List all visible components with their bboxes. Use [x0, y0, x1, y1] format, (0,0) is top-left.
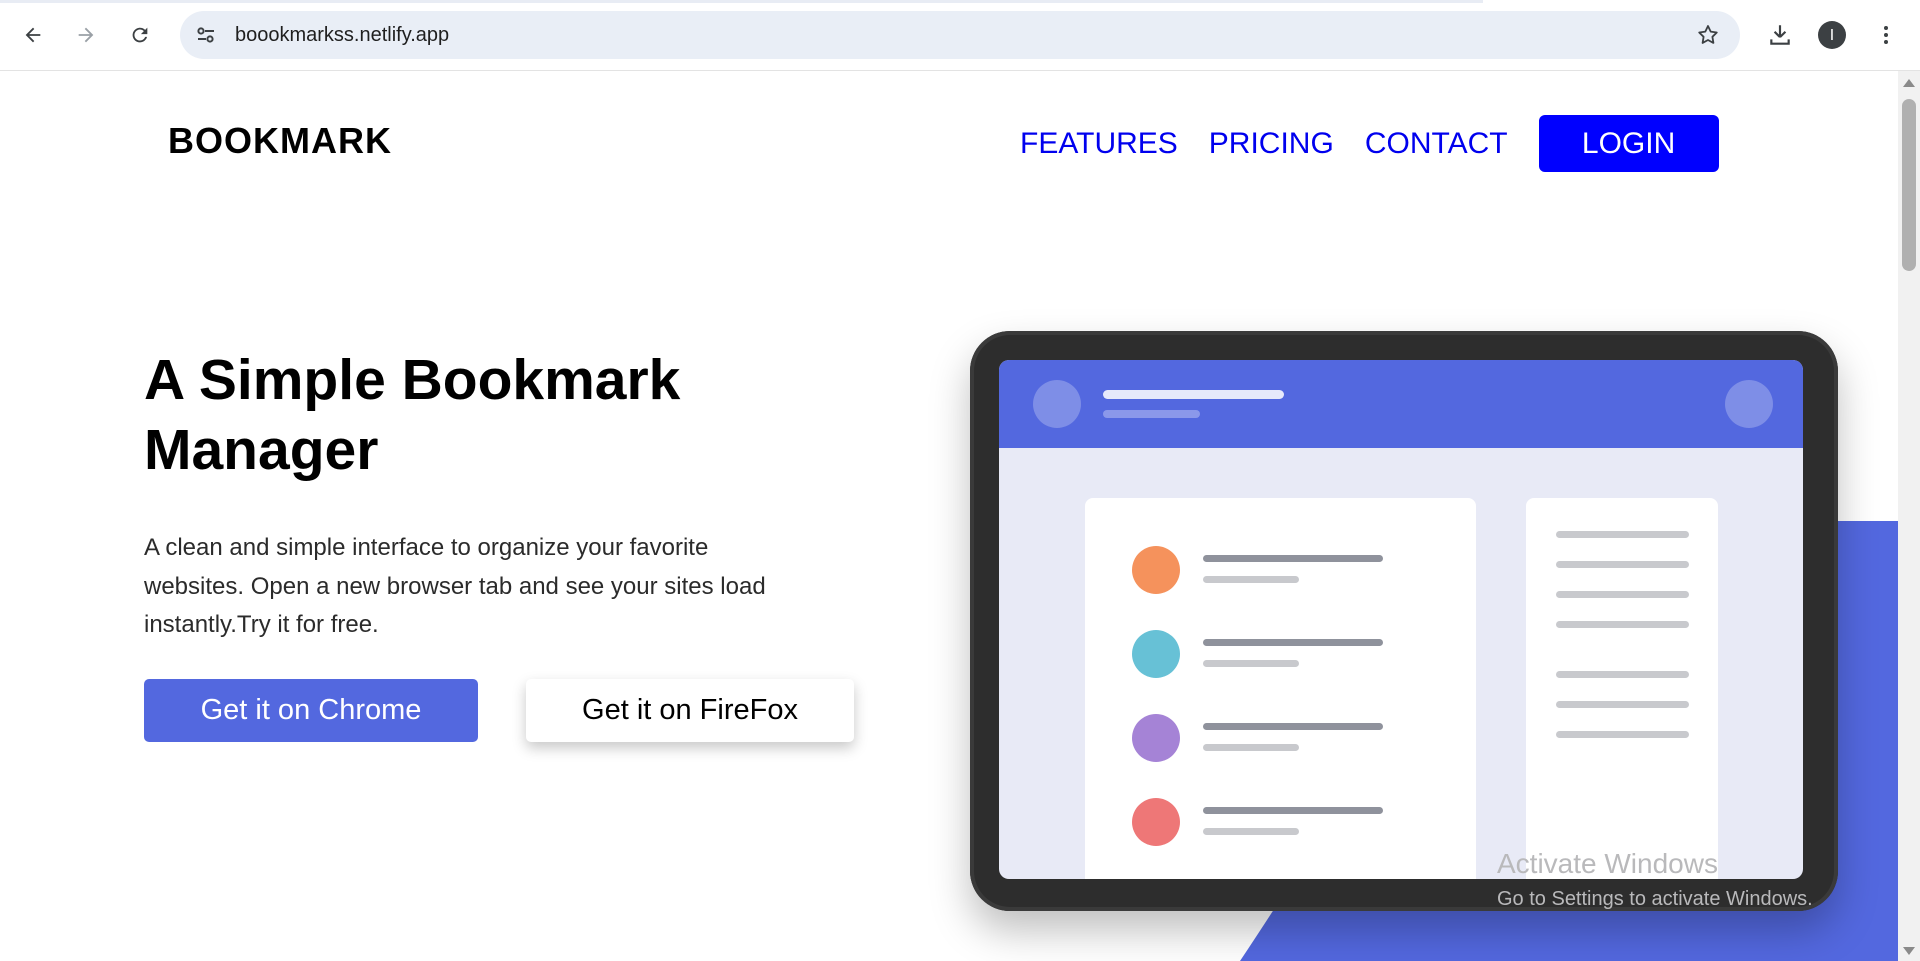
- profile-avatar[interactable]: I: [1814, 17, 1850, 53]
- mock-bookmark-list: [1085, 498, 1476, 879]
- get-firefox-button[interactable]: Get it on FireFox: [526, 679, 854, 742]
- mock-dot-orange: [1132, 546, 1180, 594]
- watermark-title: Activate Windows: [1497, 848, 1718, 879]
- reload-icon[interactable]: [122, 17, 158, 53]
- mock-subtitle-line: [1103, 410, 1200, 418]
- login-button[interactable]: LOGIN: [1538, 115, 1719, 172]
- mock-bar: [1203, 555, 1383, 562]
- kebab-menu-icon[interactable]: [1868, 17, 1904, 53]
- tablet-illustration: [970, 331, 1838, 911]
- page-viewport: BOOKMARK FEATURES PRICING CONTACT LOGIN …: [0, 71, 1898, 961]
- mock-bar: [1203, 828, 1299, 835]
- star-icon[interactable]: [1696, 23, 1720, 47]
- mock-dot-purple: [1132, 714, 1180, 762]
- hero-title: A Simple Bookmark Manager: [144, 348, 681, 482]
- page-scrollbar[interactable]: [1898, 71, 1920, 961]
- mock-bar: [1556, 621, 1689, 628]
- mock-bar: [1203, 660, 1299, 667]
- hero-description: A clean and simple interface to organize…: [144, 534, 766, 638]
- url-text[interactable]: boookmarkss.netlify.app: [235, 24, 449, 47]
- browser-toolbar: boookmarkss.netlify.app I: [0, 0, 1920, 71]
- nav-link-pricing[interactable]: PRICING: [1209, 127, 1334, 161]
- mock-bar: [1203, 723, 1383, 730]
- main-nav: FEATURES PRICING CONTACT LOGIN: [1020, 115, 1719, 172]
- mock-bar: [1556, 701, 1689, 708]
- mock-bar: [1556, 671, 1689, 678]
- scroll-up-arrow-icon[interactable]: [1903, 79, 1915, 87]
- mock-bar: [1556, 561, 1689, 568]
- tablet-screen: [999, 360, 1803, 879]
- scrollbar-thumb[interactable]: [1902, 99, 1916, 271]
- download-icon[interactable]: [1762, 17, 1798, 53]
- mock-sidebar-card: [1526, 498, 1718, 879]
- mock-title-line: [1103, 390, 1284, 399]
- mock-avatar: [1033, 380, 1081, 428]
- mock-bar: [1203, 807, 1383, 814]
- mock-bar: [1556, 591, 1689, 598]
- mock-menu-circle: [1725, 380, 1773, 428]
- mock-dot-teal: [1132, 630, 1180, 678]
- mock-bar: [1556, 731, 1689, 738]
- nav-link-features[interactable]: FEATURES: [1020, 127, 1178, 161]
- mock-dot-red: [1132, 798, 1180, 846]
- watermark-subtitle: Go to Settings to activate Windows.: [1497, 888, 1813, 910]
- mock-bar: [1556, 531, 1689, 538]
- avatar[interactable]: I: [1818, 21, 1846, 49]
- back-arrow-icon[interactable]: [15, 17, 51, 53]
- mock-bar: [1203, 744, 1299, 751]
- address-bar[interactable]: boookmarkss.netlify.app: [180, 11, 1740, 59]
- loading-progress-bar: [0, 0, 1483, 3]
- mock-bar: [1203, 639, 1383, 646]
- forward-arrow-icon[interactable]: [68, 17, 104, 53]
- tune-icon[interactable]: [194, 23, 218, 47]
- nav-link-contact[interactable]: CONTACT: [1365, 127, 1508, 161]
- get-chrome-button[interactable]: Get it on Chrome: [144, 679, 478, 742]
- scroll-down-arrow-icon[interactable]: [1903, 947, 1915, 955]
- activate-windows-watermark: Activate Windows Go to Settings to activ…: [1497, 848, 1813, 911]
- mock-bar: [1203, 576, 1299, 583]
- site-logo[interactable]: BOOKMARK: [168, 120, 392, 162]
- mock-header: [999, 360, 1803, 448]
